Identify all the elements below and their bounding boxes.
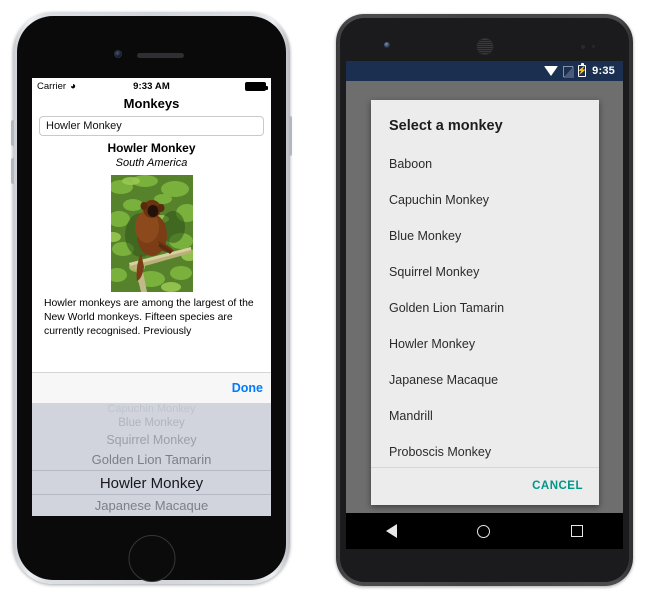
ios-screen: Carrier ◕ 9:33 AM Monkeys Howler Monkey … [32,78,271,516]
picker-row[interactable]: Squirrel Monkey [32,431,271,449]
dialog-option-list: Baboon Capuchin Monkey Blue Monkey Squir… [371,146,599,467]
list-item[interactable]: Japanese Macaque [371,362,599,398]
iphone-device: Carrier ◕ 9:33 AM Monkeys Howler Monkey … [11,12,292,584]
earpiece-speaker-icon [137,53,184,58]
power-button[interactable] [289,116,292,156]
ios-status-bar: Carrier ◕ 9:33 AM [32,78,271,95]
front-camera-icon [114,50,122,58]
picker-row[interactable]: Golden Lion Tamarin [32,449,271,470]
volume-up-button[interactable] [11,120,14,146]
signal-icon [563,65,575,78]
species-name: Howler Monkey [107,141,196,155]
android-screen: ⚡ 9:35 Select a monkey Baboon Capuchin M… [346,61,623,513]
battery-full-icon [245,82,268,91]
list-item[interactable]: Howler Monkey [371,326,599,362]
picker-row[interactable]: Japanese Macaque [32,495,271,516]
monkey-select-dialog: Select a monkey Baboon Capuchin Monkey B… [371,100,599,505]
howler-monkey-photo [110,175,193,292]
battery-charging-icon: ⚡ [577,62,588,77]
dialog-title: Select a monkey [389,118,503,134]
list-item[interactable]: Mandrill [371,398,599,434]
light-sensor-icon [592,45,595,48]
monkey-detail: Howler Monkey South America Howler monke… [32,141,271,339]
recents-square-icon[interactable] [570,525,583,537]
page-title: Monkeys [123,96,180,111]
android-status-bar: ⚡ 9:35 [346,61,623,81]
back-triangle-icon[interactable] [386,524,398,538]
list-item[interactable]: Baboon [371,146,599,182]
list-item[interactable]: Capuchin Monkey [371,182,599,218]
volume-down-button[interactable] [11,158,14,184]
android-device: ⚡ 9:35 Select a monkey Baboon Capuchin M… [336,14,633,586]
species-location: South America [115,157,188,169]
done-button[interactable]: Done [232,381,263,395]
cancel-button[interactable]: CANCEL [532,480,583,492]
keyboard-accessory-toolbar: Done [32,372,271,403]
list-item[interactable]: Blue Monkey [371,218,599,254]
monkey-picker-wheel[interactable]: Capuchin Monkey Blue Monkey Squirrel Mon… [32,403,271,516]
android-clock: 9:35 [592,65,615,77]
proximity-sensor-icon [581,45,585,49]
search-field-container [32,116,271,141]
picker-row[interactable]: Capuchin Monkey [32,403,271,416]
comparison-screenshot: Carrier ◕ 9:33 AM Monkeys Howler Monkey … [0,0,648,600]
picker-row[interactable]: Blue Monkey [32,416,271,431]
list-item[interactable]: Proboscis Monkey [371,434,599,461]
dialog-actions: CANCEL [371,467,599,505]
wifi-icon [544,66,559,76]
home-button[interactable] [128,535,175,582]
earpiece-speaker-icon [476,38,493,55]
list-item[interactable]: Squirrel Monkey [371,254,599,290]
home-circle-icon[interactable] [477,524,491,538]
picker-row-selected[interactable]: Howler Monkey [32,470,271,495]
monkey-text-input[interactable] [39,116,264,136]
species-description: Howler monkeys are among the largest of … [44,298,254,337]
android-navigation-bar [346,513,623,549]
ios-clock: 9:33 AM [133,81,170,92]
front-camera-icon [384,42,390,48]
list-item[interactable]: Golden Lion Tamarin [371,290,599,326]
